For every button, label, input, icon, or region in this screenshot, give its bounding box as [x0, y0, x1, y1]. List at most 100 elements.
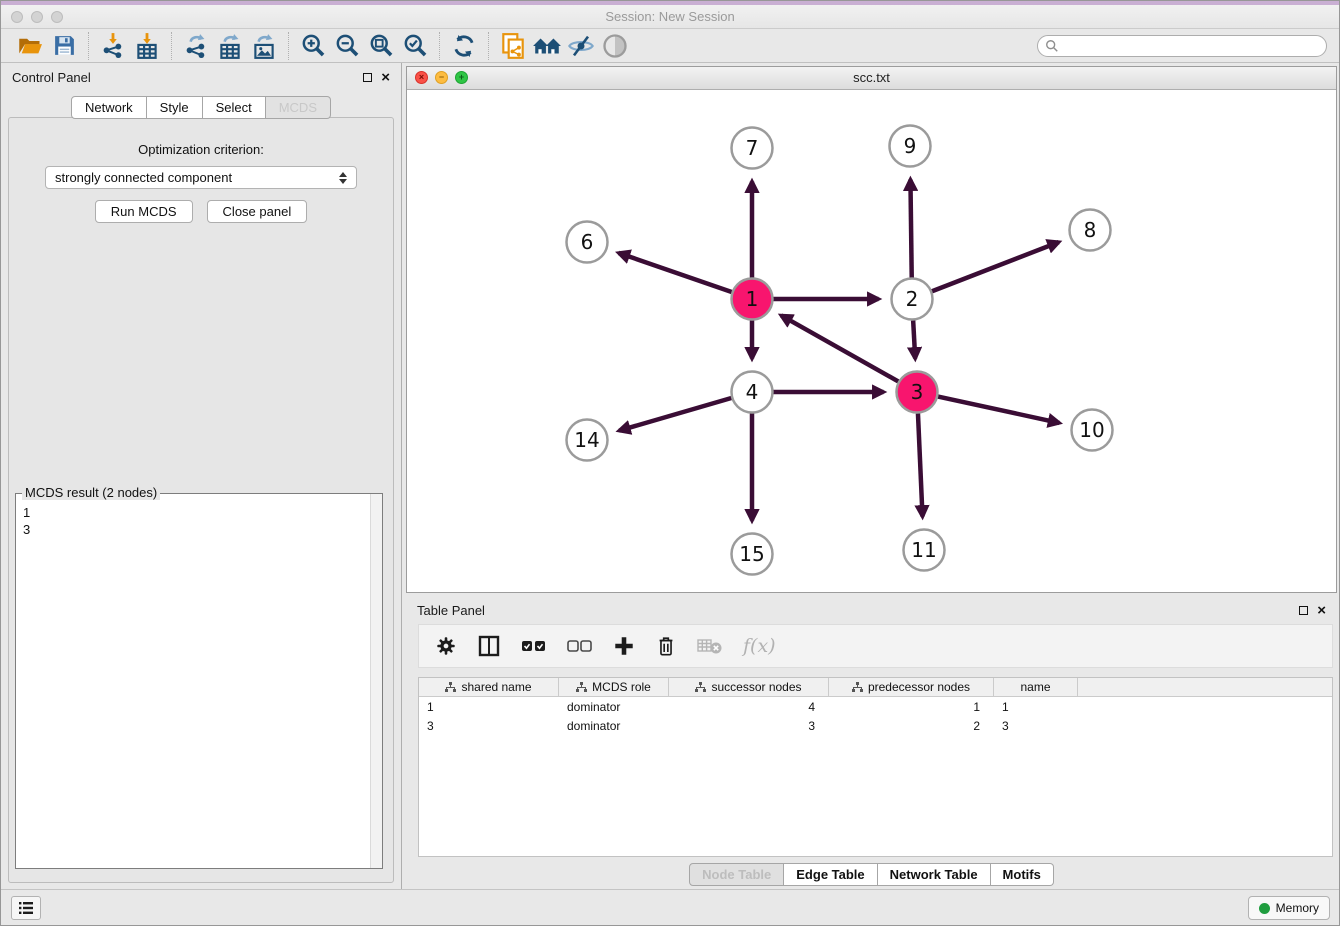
- column-header-MCDS-role[interactable]: MCDS role: [559, 678, 669, 696]
- list-icon: [18, 901, 34, 915]
- clone-network-icon[interactable]: [496, 31, 530, 61]
- table-cell: 4: [669, 700, 829, 716]
- node-label-4: 4: [746, 380, 759, 404]
- edge-4-14[interactable]: [619, 398, 731, 431]
- optimization-criterion-label: Optimization criterion:: [9, 142, 393, 157]
- toolbar-separator: [288, 32, 289, 60]
- select-all-icon[interactable]: [521, 638, 547, 654]
- edge-2-9[interactable]: [910, 179, 911, 277]
- node-label-14: 14: [574, 428, 599, 452]
- table-cell: 1: [419, 700, 559, 716]
- search-input[interactable]: [1064, 39, 1319, 53]
- mcds-result-node: 1: [23, 504, 375, 521]
- tab-network-table[interactable]: Network Table: [878, 863, 991, 886]
- memory-status-icon: [1259, 903, 1270, 914]
- close-panel-button[interactable]: Close panel: [207, 200, 308, 223]
- chevron-up-down-icon: [339, 172, 347, 184]
- tab-node-table[interactable]: Node Table: [689, 863, 784, 886]
- zoom-fit-icon[interactable]: [364, 31, 398, 61]
- search-field[interactable]: [1037, 35, 1327, 57]
- delete-table-icon[interactable]: [697, 637, 723, 655]
- table-header-row[interactable]: shared nameMCDS rolesuccessor nodesprede…: [419, 678, 1332, 697]
- hide-eye-icon[interactable]: [564, 31, 598, 61]
- table-cell: 3: [994, 719, 1078, 735]
- deselect-all-icon[interactable]: [567, 638, 593, 654]
- tab-mcds[interactable]: MCDS: [266, 96, 331, 119]
- toolbar-separator: [439, 32, 440, 60]
- home-icon[interactable]: [530, 31, 564, 61]
- edge-1-6[interactable]: [619, 253, 732, 292]
- table-cell: 3: [419, 719, 559, 735]
- node-label-1: 1: [746, 287, 759, 311]
- titlebar: Session: New Session: [1, 5, 1339, 29]
- edge-3-1[interactable]: [781, 315, 898, 381]
- table-panel: Table Panel ×: [406, 596, 1337, 889]
- column-header-shared-name[interactable]: shared name: [419, 678, 559, 696]
- import-table-icon[interactable]: [130, 31, 164, 61]
- tab-select[interactable]: Select: [203, 96, 266, 119]
- memory-label: Memory: [1276, 901, 1319, 915]
- node-label-15: 15: [739, 542, 764, 566]
- node-label-8: 8: [1084, 218, 1097, 242]
- column-hierarchy-icon: [695, 682, 706, 693]
- edge-2-8[interactable]: [932, 242, 1059, 291]
- float-panel-icon[interactable]: [363, 73, 372, 82]
- show-eye-icon[interactable]: [598, 31, 632, 61]
- task-history-button[interactable]: [11, 896, 41, 920]
- column-header-name[interactable]: name: [994, 678, 1078, 696]
- node-label-11: 11: [911, 538, 936, 562]
- export-table-icon[interactable]: [213, 31, 247, 61]
- import-network-icon[interactable]: [96, 31, 130, 61]
- tab-motifs[interactable]: Motifs: [991, 863, 1054, 886]
- export-network-icon[interactable]: [179, 31, 213, 61]
- mcds-result-title: MCDS result (2 nodes): [22, 485, 160, 500]
- mcds-tab-pane: Optimization criterion: strongly connect…: [8, 117, 394, 883]
- toolbar-separator: [88, 32, 89, 60]
- result-scrollbar[interactable]: [370, 494, 382, 868]
- run-mcds-button[interactable]: Run MCDS: [95, 200, 193, 223]
- zoom-selected-icon[interactable]: [398, 31, 432, 61]
- add-icon[interactable]: [613, 635, 635, 657]
- column-pane-icon[interactable]: [477, 634, 501, 658]
- memory-button[interactable]: Memory: [1248, 896, 1330, 920]
- open-session-icon[interactable]: [13, 31, 47, 61]
- node-label-3: 3: [911, 380, 924, 404]
- tab-network[interactable]: Network: [71, 96, 147, 119]
- control-panel-title: Control Panel: [12, 70, 91, 85]
- edge-3-11[interactable]: [918, 413, 923, 516]
- tab-edge-table[interactable]: Edge Table: [784, 863, 877, 886]
- mcds-result-box: MCDS result (2 nodes) 13: [15, 493, 383, 869]
- tab-style[interactable]: Style: [147, 96, 203, 119]
- node-label-10: 10: [1079, 418, 1104, 442]
- network-view-window: × − + scc.txt 7968124314101511: [406, 66, 1337, 593]
- control-panel: Control Panel × NetworkStyleSelectMCDS O…: [1, 63, 402, 889]
- gear-icon[interactable]: [435, 635, 457, 657]
- column-header-successor-nodes[interactable]: successor nodes: [669, 678, 829, 696]
- table-cell: 1: [829, 700, 994, 716]
- edge-2-3[interactable]: [913, 320, 915, 358]
- function-builder-icon[interactable]: f(x): [743, 635, 776, 657]
- delete-icon[interactable]: [655, 635, 677, 657]
- table-cell: dominator: [559, 700, 669, 716]
- zoom-out-icon[interactable]: [330, 31, 364, 61]
- table-row[interactable]: 3dominator323: [419, 719, 1332, 735]
- close-panel-icon[interactable]: ×: [381, 70, 390, 85]
- table-row[interactable]: 1dominator411: [419, 700, 1332, 716]
- float-table-panel-icon[interactable]: [1299, 606, 1308, 615]
- network-graph[interactable]: 7968124314101511: [407, 90, 1336, 592]
- table-body[interactable]: 1dominator4113dominator323: [419, 700, 1332, 735]
- optimization-criterion-select[interactable]: strongly connected component: [45, 166, 357, 189]
- node-label-6: 6: [581, 230, 594, 254]
- save-session-icon[interactable]: [47, 31, 81, 61]
- refresh-icon[interactable]: [447, 31, 481, 61]
- control-panel-tabs: NetworkStyleSelectMCDS: [1, 96, 401, 119]
- application-window: Session: New Session: [0, 0, 1340, 926]
- network-canvas[interactable]: 7968124314101511: [407, 90, 1336, 592]
- zoom-in-icon[interactable]: [296, 31, 330, 61]
- network-window-titlebar[interactable]: × − + scc.txt: [407, 67, 1336, 90]
- close-table-panel-icon[interactable]: ×: [1317, 603, 1326, 618]
- column-header-predecessor-nodes[interactable]: predecessor nodes: [829, 678, 994, 696]
- edge-3-10[interactable]: [938, 397, 1059, 423]
- export-image-icon[interactable]: [247, 31, 281, 61]
- node-table[interactable]: shared nameMCDS rolesuccessor nodesprede…: [418, 677, 1333, 857]
